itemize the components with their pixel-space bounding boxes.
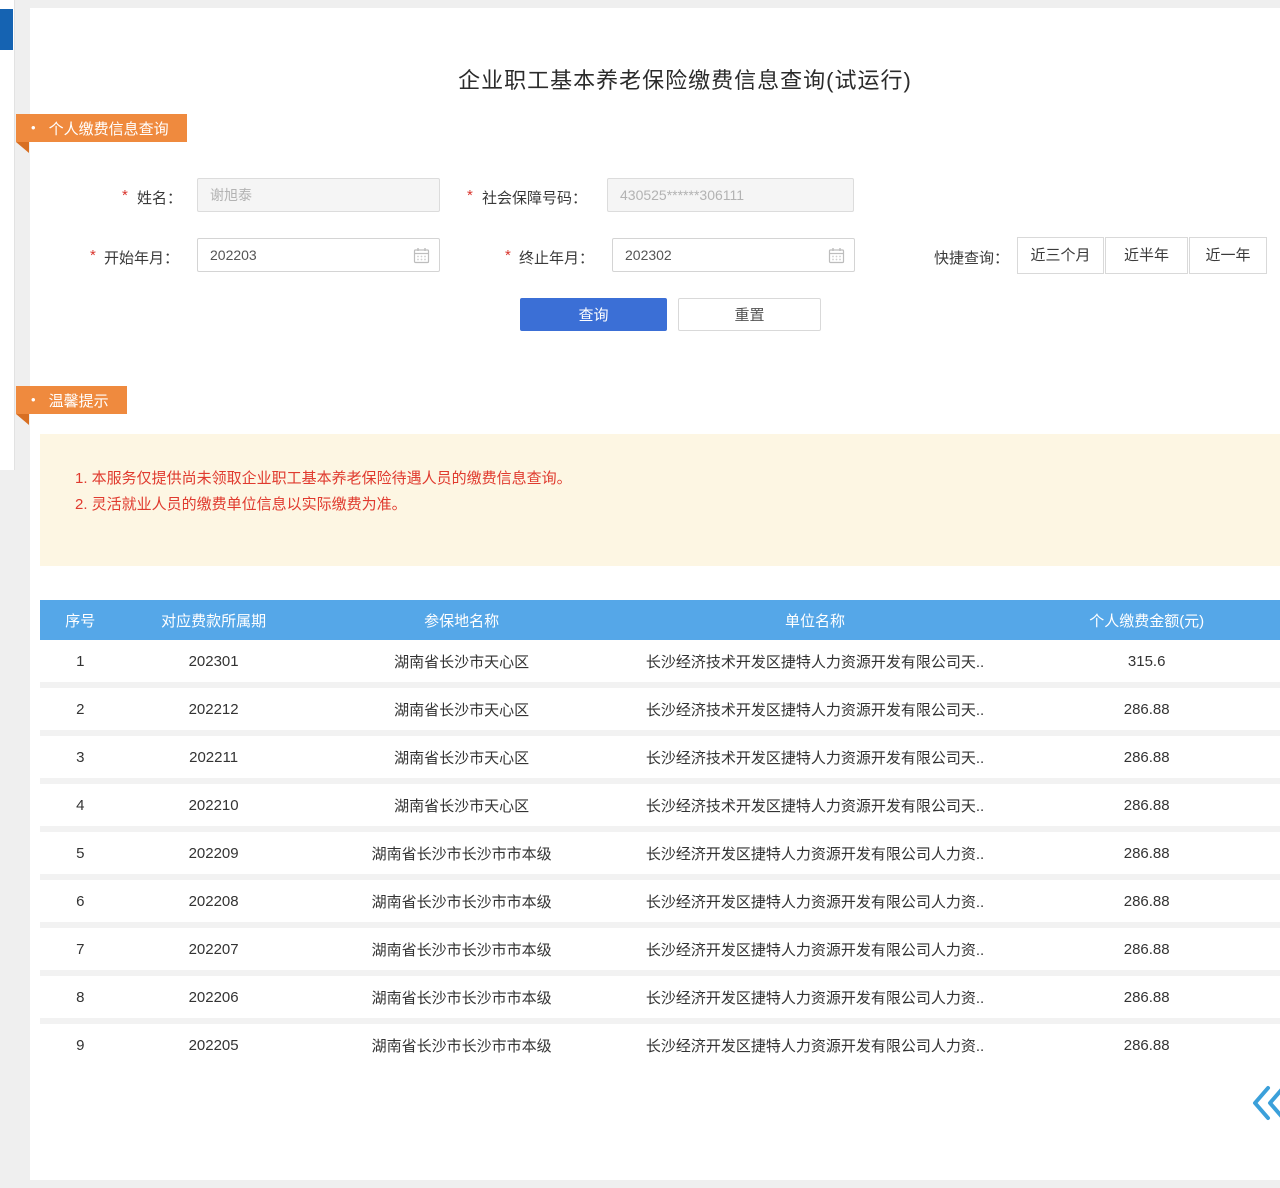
table-body: 1 202301 湖南省长沙市天心区 长沙经济技术开发区捷特人力资源开发有限公司…	[40, 640, 1280, 1066]
cell-area: 湖南省长沙市天心区	[307, 795, 617, 816]
cell-seq: 3	[40, 749, 121, 766]
cell-period: 202205	[121, 1037, 307, 1054]
cell-amount: 286.88	[1013, 749, 1280, 766]
section-label: 温馨提示	[49, 390, 109, 411]
required-mark: *	[122, 187, 128, 204]
ssn-label: 社会保障号码：	[482, 187, 587, 208]
calendar-icon[interactable]	[828, 247, 845, 264]
cell-period: 202210	[121, 797, 307, 814]
end-month-input[interactable]	[612, 238, 855, 272]
cell-period: 202207	[121, 941, 307, 958]
cell-amount: 286.88	[1013, 701, 1280, 718]
cell-employer: 长沙经济开发区捷特人力资源开发有限公司人力资..	[617, 843, 1014, 864]
calendar-icon[interactable]	[413, 247, 430, 264]
name-input	[197, 178, 440, 212]
quick-range-3months-button[interactable]: 近三个月	[1017, 237, 1104, 274]
header-period: 对应费款所属期	[121, 610, 307, 631]
dot-icon: •	[31, 114, 36, 142]
tip-line: 2. 灵活就业人员的缴费单位信息以实际缴费为准。	[75, 492, 1280, 518]
cell-area: 湖南省长沙市天心区	[307, 651, 617, 672]
reset-button[interactable]: 重置	[678, 298, 821, 331]
cell-seq: 1	[40, 653, 121, 670]
ssn-input	[607, 178, 854, 212]
section-label: 个人缴费信息查询	[49, 118, 169, 139]
page-title: 企业职工基本养老保险缴费信息查询(试运行)	[60, 63, 1280, 95]
name-label: 姓名：	[137, 187, 182, 208]
required-mark: *	[467, 187, 473, 204]
table-row: 9 202205 湖南省长沙市长沙市市本级 长沙经济开发区捷特人力资源开发有限公…	[40, 1024, 1280, 1066]
header-employer: 单位名称	[617, 610, 1014, 631]
section-header-personal-query: • 个人缴费信息查询	[16, 114, 187, 142]
ribbon-fold	[16, 142, 29, 153]
cell-area: 湖南省长沙市天心区	[307, 747, 617, 768]
cell-period: 202206	[121, 989, 307, 1006]
table-row: 6 202208 湖南省长沙市长沙市市本级 长沙经济开发区捷特人力资源开发有限公…	[40, 880, 1280, 922]
quick-query-label: 快捷查询：	[934, 247, 1009, 268]
end-month-label: 终止年月：	[519, 247, 594, 268]
header-area: 参保地名称	[307, 610, 617, 631]
cell-employer: 长沙经济开发区捷特人力资源开发有限公司人力资..	[617, 939, 1014, 960]
cell-area: 湖南省长沙市长沙市市本级	[307, 987, 617, 1008]
cell-period: 202301	[121, 653, 307, 670]
double-chevron-left-icon[interactable]	[1247, 1082, 1280, 1124]
quick-range-halfyear-button[interactable]: 近半年	[1105, 237, 1188, 274]
header-seq: 序号	[40, 610, 121, 631]
cell-area: 湖南省长沙市天心区	[307, 699, 617, 720]
table-row: 4 202210 湖南省长沙市天心区 长沙经济技术开发区捷特人力资源开发有限公司…	[40, 784, 1280, 826]
cell-employer: 长沙经济技术开发区捷特人力资源开发有限公司天..	[617, 699, 1014, 720]
cell-area: 湖南省长沙市长沙市市本级	[307, 939, 617, 960]
collapsed-sidebar	[0, 0, 15, 470]
tips-panel: 1. 本服务仅提供尚未领取企业职工基本养老保险待遇人员的缴费信息查询。 2. 灵…	[40, 434, 1280, 566]
quick-range-1year-button[interactable]: 近一年	[1189, 237, 1267, 274]
cell-employer: 长沙经济技术开发区捷特人力资源开发有限公司天..	[617, 747, 1014, 768]
table-row: 1 202301 湖南省长沙市天心区 长沙经济技术开发区捷特人力资源开发有限公司…	[40, 640, 1280, 682]
cell-period: 202208	[121, 893, 307, 910]
cell-period: 202211	[121, 749, 307, 766]
cell-amount: 315.6	[1013, 653, 1280, 670]
cell-seq: 7	[40, 941, 121, 958]
table-row: 8 202206 湖南省长沙市长沙市市本级 长沙经济开发区捷特人力资源开发有限公…	[40, 976, 1280, 1018]
cell-employer: 长沙经济开发区捷特人力资源开发有限公司人力资..	[617, 987, 1014, 1008]
cell-period: 202212	[121, 701, 307, 718]
cell-employer: 长沙经济技术开发区捷特人力资源开发有限公司天..	[617, 651, 1014, 672]
cell-area: 湖南省长沙市长沙市市本级	[307, 891, 617, 912]
cell-amount: 286.88	[1013, 1037, 1280, 1054]
cell-amount: 286.88	[1013, 845, 1280, 862]
cell-employer: 长沙经济技术开发区捷特人力资源开发有限公司天..	[617, 795, 1014, 816]
cell-seq: 4	[40, 797, 121, 814]
cell-seq: 8	[40, 989, 121, 1006]
cell-seq: 6	[40, 893, 121, 910]
results-table: 序号 对应费款所属期 参保地名称 单位名称 个人缴费金额(元) 1 202301…	[40, 600, 1280, 1066]
start-month-input[interactable]	[197, 238, 440, 272]
dot-icon: •	[31, 386, 36, 414]
required-mark: *	[90, 247, 96, 264]
table-row: 2 202212 湖南省长沙市天心区 长沙经济技术开发区捷特人力资源开发有限公司…	[40, 688, 1280, 730]
required-mark: *	[505, 247, 511, 264]
cell-amount: 286.88	[1013, 941, 1280, 958]
cell-amount: 286.88	[1013, 893, 1280, 910]
cell-area: 湖南省长沙市长沙市市本级	[307, 1035, 617, 1056]
table-row: 3 202211 湖南省长沙市天心区 长沙经济技术开发区捷特人力资源开发有限公司…	[40, 736, 1280, 778]
table-header-row: 序号 对应费款所属期 参保地名称 单位名称 个人缴费金额(元)	[40, 600, 1280, 640]
cell-period: 202209	[121, 845, 307, 862]
page: 企业职工基本养老保险缴费信息查询(试运行) • 个人缴费信息查询 * 姓名： *…	[0, 0, 1280, 1188]
ribbon-fold	[16, 414, 29, 425]
cell-employer: 长沙经济开发区捷特人力资源开发有限公司人力资..	[617, 891, 1014, 912]
sidebar-toggle-tab[interactable]	[0, 9, 13, 50]
header-amount: 个人缴费金额(元)	[1013, 610, 1280, 631]
cell-employer: 长沙经济开发区捷特人力资源开发有限公司人力资..	[617, 1035, 1014, 1056]
cell-seq: 2	[40, 701, 121, 718]
cell-seq: 5	[40, 845, 121, 862]
cell-amount: 286.88	[1013, 797, 1280, 814]
section-header-tips: • 温馨提示	[16, 386, 127, 414]
table-row: 7 202207 湖南省长沙市长沙市市本级 长沙经济开发区捷特人力资源开发有限公…	[40, 928, 1280, 970]
start-month-label: 开始年月：	[104, 247, 179, 268]
tip-line: 1. 本服务仅提供尚未领取企业职工基本养老保险待遇人员的缴费信息查询。	[75, 466, 1280, 492]
cell-area: 湖南省长沙市长沙市市本级	[307, 843, 617, 864]
cell-amount: 286.88	[1013, 989, 1280, 1006]
cell-seq: 9	[40, 1037, 121, 1054]
query-button[interactable]: 查询	[520, 298, 667, 331]
table-row: 5 202209 湖南省长沙市长沙市市本级 长沙经济开发区捷特人力资源开发有限公…	[40, 832, 1280, 874]
